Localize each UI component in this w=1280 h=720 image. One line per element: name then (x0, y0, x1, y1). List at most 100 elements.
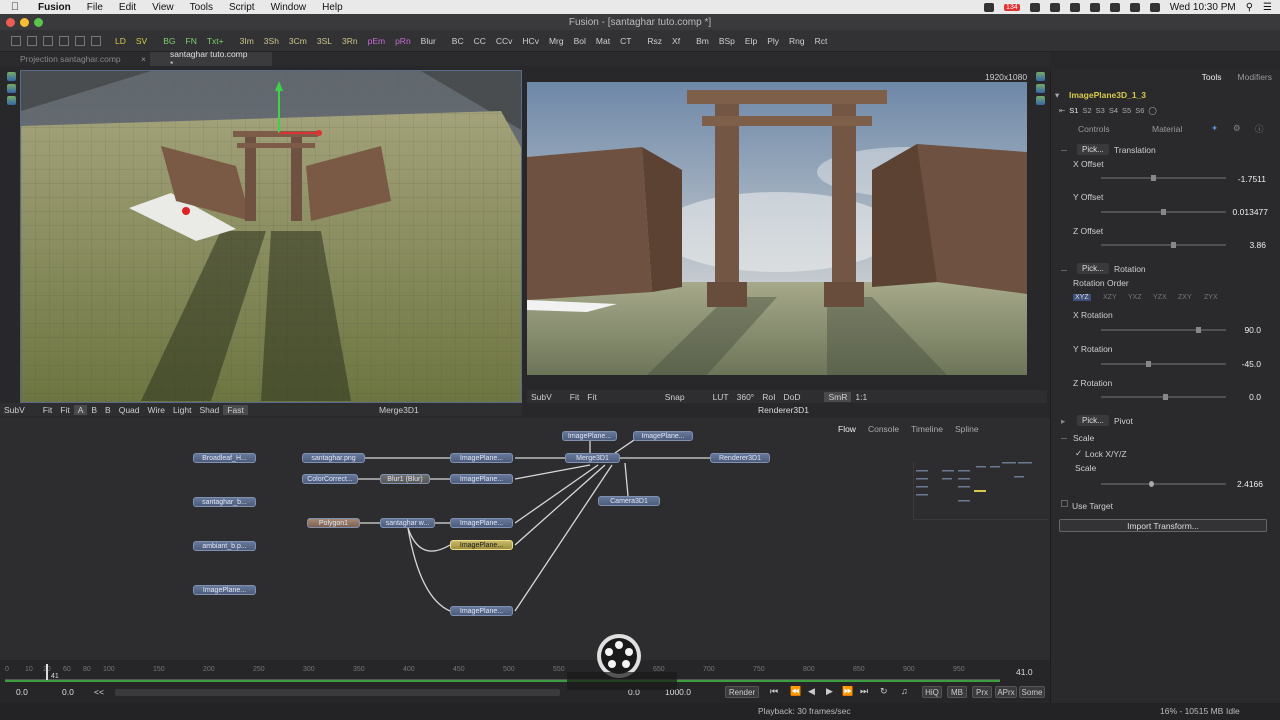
audio-icon[interactable]: ♫ (901, 686, 908, 696)
z-rotation-slider[interactable] (1101, 394, 1226, 400)
viewer-left-subv[interactable]: SubV (0, 405, 29, 415)
sync-icon[interactable] (1029, 2, 1040, 12)
y-offset-slider[interactable] (1101, 209, 1226, 215)
tab-projection-comp[interactable]: Projection santaghar.comp × (0, 52, 150, 66)
pivot-expand-icon[interactable]: ▸ (1061, 416, 1065, 427)
viewer-right-snap[interactable]: Snap (661, 392, 689, 402)
mb-button[interactable]: MB (947, 686, 967, 698)
save-icon[interactable] (75, 35, 85, 46)
render-range-bar[interactable] (5, 680, 1000, 682)
viewer-3d-icon[interactable] (6, 84, 16, 93)
tool-pem[interactable]: pEm (363, 36, 390, 46)
scene-tab-s2[interactable]: S2 (1082, 106, 1091, 115)
prx-button[interactable]: Prx (972, 686, 992, 698)
y-rotation-slider[interactable] (1101, 361, 1226, 367)
x-offset-slider[interactable] (1101, 175, 1226, 181)
tab-spline[interactable]: Spline (955, 424, 979, 434)
viewer-right-1to1[interactable]: 1:1 (851, 392, 871, 402)
x-rotation-slider[interactable] (1101, 327, 1226, 333)
viewer-right-render[interactable] (527, 82, 1027, 375)
viewer-light-icon[interactable] (1035, 96, 1045, 105)
tool-ccv[interactable]: CCv (491, 36, 518, 46)
node-santaghar-b[interactable]: santaghar_b... (193, 497, 256, 507)
tool-bsp[interactable]: BSp (714, 36, 740, 46)
rewind-button[interactable]: << (94, 687, 104, 697)
time-scrubber[interactable] (115, 689, 560, 696)
aprx-button[interactable]: APrx (995, 686, 1017, 698)
tool-mat[interactable]: Mat (591, 36, 615, 46)
tab-flow[interactable]: Flow (838, 424, 856, 434)
menu-help[interactable]: Help (314, 2, 351, 13)
node-ambiant[interactable]: ambiant_b.p... (193, 541, 256, 551)
volume-icon[interactable] (1129, 2, 1140, 12)
viewer-left-fit2[interactable]: Fit (56, 405, 73, 415)
tab-modifiers[interactable]: Modifiers (1238, 72, 1272, 82)
y-rotation-value[interactable]: -45.0 (1221, 359, 1261, 369)
tool-ply[interactable]: Ply (762, 36, 784, 46)
info-icon[interactable]: ⓘ (1255, 123, 1264, 135)
tab-timeline[interactable]: Timeline (911, 424, 943, 434)
scale-collapse-icon[interactable]: ─ (1061, 433, 1067, 443)
close-tab-icon[interactable]: × (141, 54, 146, 64)
viewer-right-fit2[interactable]: Fit (583, 392, 600, 402)
viewer-left-fit[interactable]: Fit (39, 405, 56, 415)
y-offset-value[interactable]: 0.013477 (1228, 207, 1268, 217)
tool-3rn[interactable]: 3Rn (337, 36, 363, 46)
node-imageplane-b[interactable]: ImagePlane... (450, 474, 513, 484)
apple-icon[interactable]:  (0, 1, 30, 13)
menu-app[interactable]: Fusion (30, 2, 79, 13)
viewer-light-icon[interactable] (6, 96, 16, 105)
transform-icon[interactable]: ✦ (1211, 123, 1218, 134)
node-imageplane-a[interactable]: ImagePlane... (450, 453, 513, 463)
node-imageplane-top2[interactable]: ImagePlane... (633, 431, 693, 441)
step-back-icon[interactable]: ⏪ (790, 686, 801, 697)
menu-tools[interactable]: Tools (182, 2, 221, 13)
viewer-left-shad[interactable]: Shad (195, 405, 223, 415)
node-blur1[interactable]: Blur1 (Blur) (380, 474, 430, 484)
grid-icon[interactable] (91, 35, 101, 46)
node-polygon1[interactable]: Polygon1 (307, 518, 360, 528)
subtab-controls[interactable]: Controls (1078, 124, 1110, 134)
node-merge3d[interactable]: Merge3D1 (565, 453, 620, 463)
tool-blur[interactable]: Blur (416, 36, 441, 46)
x-rotation-value[interactable]: 90.0 (1221, 325, 1261, 335)
tool-bol[interactable]: Bol (569, 36, 591, 46)
scene-tab-s3[interactable]: S3 (1096, 106, 1105, 115)
record-icon[interactable] (984, 2, 995, 12)
pick-rotation-button[interactable]: Pick... (1077, 263, 1109, 274)
node-imageplane-selected[interactable]: ImagePlane... (450, 540, 513, 550)
tool-txt[interactable]: Txt+ (202, 36, 229, 46)
loop-icon[interactable]: ↻ (880, 686, 888, 697)
viewer-left-b[interactable]: B (87, 405, 101, 415)
notification-badge[interactable]: 134 (1004, 3, 1020, 11)
hiq-button[interactable]: HiQ (922, 686, 942, 698)
playhead[interactable] (46, 664, 48, 680)
tool-fn[interactable]: FN (181, 36, 202, 46)
pick-translation-button[interactable]: Pick... (1077, 144, 1109, 155)
layout-icon-2[interactable] (27, 35, 37, 46)
lock-icon[interactable]: ◯ (1148, 106, 1156, 115)
play-reverse-icon[interactable]: ◀ (808, 686, 815, 697)
node-broadleaf[interactable]: Broadleaf_H... (193, 453, 256, 463)
go-start-icon[interactable]: ⏮ (770, 686, 778, 697)
tool-cc[interactable]: CC (469, 36, 491, 46)
go-end-icon[interactable]: ⏭ (860, 686, 868, 697)
tab-santaghar-comp[interactable]: santaghar tuto.comp * (150, 49, 272, 69)
time-ruler[interactable]: 0 10 20 41 60 80 100 150 200 250 300 350… (5, 664, 1000, 680)
tool-rsz[interactable]: Rsz (642, 36, 667, 46)
x-offset-value[interactable]: -1.7511 (1226, 174, 1266, 184)
menu-edit[interactable]: Edit (111, 2, 144, 13)
z-offset-value[interactable]: 3.86 (1226, 240, 1266, 250)
scene-tab-s5[interactable]: S5 (1122, 106, 1131, 115)
scene-tab-s4[interactable]: S4 (1109, 106, 1118, 115)
order-zyx[interactable]: ZYX (1204, 294, 1218, 301)
order-xzy[interactable]: XZY (1103, 294, 1117, 301)
tool-sv[interactable]: SV (131, 36, 152, 46)
scene-tab-s1[interactable]: S1 (1069, 106, 1078, 115)
node-santaghar-png[interactable]: santaghar.png (302, 453, 365, 463)
z-rotation-value[interactable]: 0.0 (1221, 392, 1261, 402)
node-imageplane-c[interactable]: ImagePlane... (450, 518, 513, 528)
viewer-right-roi[interactable]: RoI (758, 392, 779, 402)
battery-icon[interactable] (1149, 2, 1160, 12)
layout-icon-4[interactable] (59, 35, 69, 46)
